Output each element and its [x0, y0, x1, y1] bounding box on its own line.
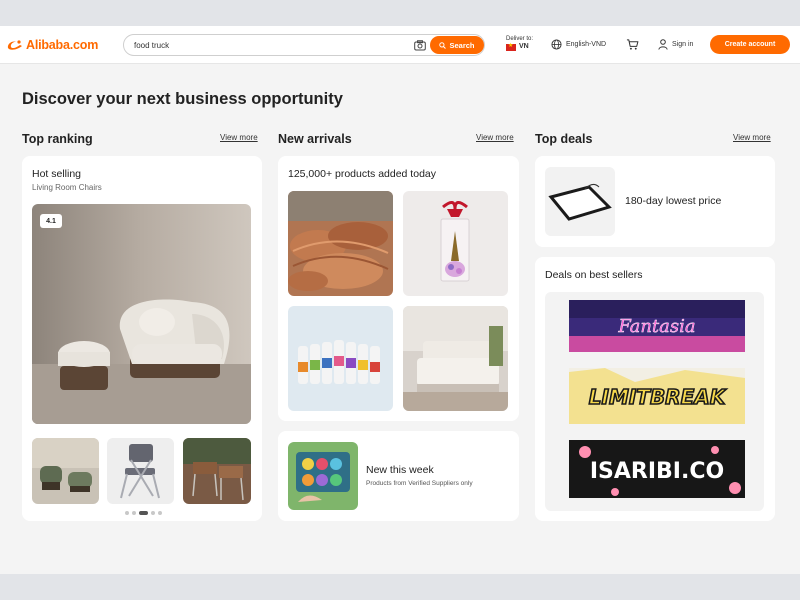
- page-title: Discover your next business opportunity: [22, 90, 343, 108]
- deliver-to[interactable]: Deliver to: VN: [506, 35, 546, 57]
- perfume-bottle-image[interactable]: [403, 191, 508, 296]
- cart-icon[interactable]: [626, 38, 639, 51]
- sign-in-link[interactable]: Sign in: [658, 39, 693, 50]
- banner-text-isaribi: ISARIBI.CO: [590, 459, 724, 484]
- thumbnail-patio-chairs[interactable]: [183, 438, 251, 504]
- hot-selling-subtitle: Living Room Chairs: [32, 183, 102, 192]
- search-button-label: Search: [449, 40, 475, 50]
- camera-icon[interactable]: [414, 40, 426, 51]
- alibaba-logo-icon: [7, 40, 23, 50]
- carousel-dot[interactable]: [125, 511, 129, 515]
- hot-selling-card[interactable]: Hot selling Living Room Chairs 4.1: [22, 156, 262, 521]
- living-room-chair-image[interactable]: 4.1: [32, 204, 251, 424]
- new-this-week-card[interactable]: New this week Products from Verified Sup…: [278, 431, 519, 521]
- search-icon: [439, 41, 447, 49]
- thumbnail-folding-chair[interactable]: [107, 438, 174, 504]
- banner-text-limitbreak: LIMITBREAK: [589, 385, 727, 409]
- page: Alibaba.com Search Deliver to: VN: [0, 26, 800, 574]
- bed-room-image[interactable]: [403, 306, 508, 411]
- best-sellers-title: Deals on best sellers: [545, 269, 643, 281]
- top-ranking-view-more[interactable]: View more: [220, 133, 258, 142]
- frame-product-image[interactable]: [545, 167, 615, 236]
- carousel-dot[interactable]: [158, 511, 162, 515]
- carousel-dots[interactable]: [125, 511, 162, 515]
- vietnam-flag-icon: [506, 42, 516, 51]
- language-selector[interactable]: English-VND: [551, 39, 606, 50]
- new-arrivals-title: New arrivals: [278, 132, 352, 146]
- search-button[interactable]: Search: [430, 36, 484, 54]
- banner-text-fantasia: Fantasia: [617, 316, 695, 337]
- hot-selling-title: Hot selling: [32, 168, 82, 180]
- logo-text: Alibaba.com: [26, 38, 99, 52]
- user-icon: [658, 39, 668, 50]
- new-this-week-title: New this week: [366, 464, 434, 476]
- new-this-week-image[interactable]: [288, 442, 358, 510]
- top-header: Alibaba.com Search Deliver to: VN: [0, 26, 800, 64]
- alibaba-logo[interactable]: Alibaba.com: [6, 37, 98, 53]
- carousel-dot-active[interactable]: [139, 511, 148, 515]
- body-wash-bottles-image[interactable]: [288, 306, 393, 411]
- best-sellers-card[interactable]: Deals on best sellers Fantasia LIMITBREA…: [535, 257, 775, 521]
- search-bar: Search: [123, 34, 485, 56]
- carousel-dot[interactable]: [151, 511, 155, 515]
- rank-badge: 4.1: [40, 214, 62, 228]
- globe-icon: [551, 39, 562, 50]
- top-deals-title: Top deals: [535, 132, 593, 146]
- search-input[interactable]: [134, 38, 394, 53]
- banner-flags-image[interactable]: Fantasia LIMITBREAK ISARIBI.CO: [545, 292, 764, 511]
- sign-in-label: Sign in: [672, 41, 694, 48]
- lowest-price-label: 180-day lowest price: [625, 195, 722, 207]
- carousel-dot[interactable]: [132, 511, 136, 515]
- top-ranking-title: Top ranking: [22, 132, 93, 146]
- language-label: English-VND: [566, 41, 607, 48]
- lowest-price-card[interactable]: 180-day lowest price: [535, 156, 775, 247]
- copper-wire-image[interactable]: [288, 191, 393, 296]
- deliver-country: VN: [519, 43, 529, 50]
- thumbnail-green-chair[interactable]: [32, 438, 99, 504]
- products-added-count: 125,000+ products added today: [288, 168, 436, 180]
- create-account-button[interactable]: Create account: [710, 35, 790, 54]
- new-this-week-subtitle: Products from Verified Suppliers only: [366, 480, 473, 487]
- new-arrivals-card[interactable]: 125,000+ products added today: [278, 156, 519, 421]
- bottom-band: [0, 574, 800, 600]
- top-deals-view-more[interactable]: View more: [733, 133, 771, 142]
- new-arrivals-view-more[interactable]: View more: [476, 133, 514, 142]
